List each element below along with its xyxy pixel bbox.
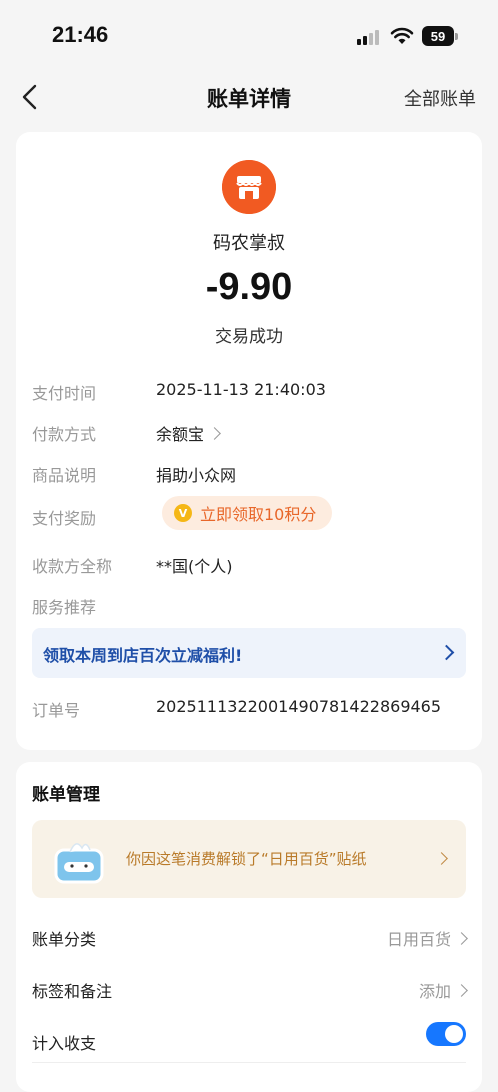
tags-value: 添加 [418, 982, 451, 1001]
store-icon [222, 160, 276, 214]
category-row[interactable]: 账单分类 日用百货 [32, 914, 468, 964]
pay-method-row[interactable]: 付款方式 余额宝 [32, 421, 466, 445]
category-value: 日用百货 [386, 930, 451, 949]
transaction-amount: -9.90 [205, 266, 293, 308]
pay-method-value: 余额宝 [156, 425, 205, 444]
reward-label: 支付奖励 [32, 509, 97, 528]
claim-points-button[interactable]: V 立即领取10积分 [162, 496, 332, 530]
order-label: 订单号 [32, 701, 81, 720]
count-in-stats-row: 计入收支 [32, 1018, 466, 1068]
wifi-icon [390, 27, 414, 44]
sticker-text: 你因这笔消费解锁了“日用百货”贴纸 [126, 850, 367, 868]
pay-time-label: 支付时间 [32, 384, 97, 403]
payee-value: **国(个人) [156, 557, 233, 576]
promo-banner[interactable]: 领取本周到店百次立减福利! [32, 628, 466, 678]
order-number: 2025111322001490781422869465 [156, 697, 442, 716]
pay-method-label: 付款方式 [32, 425, 97, 444]
nav-bar: 账单详情 全部账单 [0, 70, 498, 125]
service-label: 服务推荐 [32, 598, 97, 617]
status-bar: 21:46 59 [0, 0, 498, 70]
tissue-box-sticker-icon [54, 843, 104, 884]
battery-icon: 59 [422, 26, 458, 46]
section-title: 账单管理 [32, 785, 100, 805]
category-label: 账单分类 [32, 930, 97, 949]
item-desc-value: 捐助小众网 [156, 466, 237, 485]
divider [32, 1062, 466, 1063]
bill-management-card: 账单管理 你因这笔消费解锁了“日用百货”贴纸 账单分类 日用百货 标签和备注 添… [16, 762, 482, 1092]
merchant-name: 码农掌叔 [213, 233, 285, 254]
chevron-right-icon [455, 932, 468, 945]
count-in-stats-toggle[interactable] [426, 1022, 466, 1046]
payee-label: 收款方全称 [32, 557, 113, 576]
item-desc-label: 商品说明 [32, 466, 97, 485]
transaction-card: 码农掌叔 -9.90 交易成功 支付时间 2025-11-13 21:40:03… [16, 132, 482, 750]
cellular-signal-icon [357, 29, 383, 45]
pay-time-value: 2025-11-13 21:40:03 [156, 380, 326, 399]
claim-points-label: 立即领取10积分 [200, 505, 317, 524]
chevron-right-icon [438, 644, 455, 661]
coin-icon: V [174, 504, 192, 522]
chevron-right-icon [435, 852, 448, 865]
tags-notes-row[interactable]: 标签和备注 添加 [32, 966, 468, 1016]
count-in-stats-label: 计入收支 [32, 1034, 97, 1053]
chevron-right-icon [455, 984, 468, 997]
promo-text: 领取本周到店百次立减福利! [43, 646, 243, 665]
all-bills-link[interactable]: 全部账单 [404, 85, 476, 111]
transaction-status: 交易成功 [215, 327, 283, 347]
tags-label: 标签和备注 [32, 982, 113, 1001]
chevron-right-icon [208, 427, 221, 440]
sticker-banner[interactable]: 你因这笔消费解锁了“日用百货”贴纸 [32, 820, 466, 898]
status-time: 21:46 [52, 22, 109, 47]
